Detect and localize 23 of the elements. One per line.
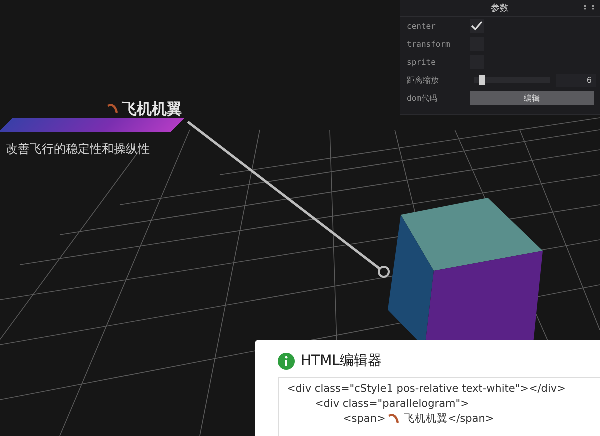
slider-thumb[interactable]	[479, 75, 486, 85]
code-text: <div class="cStyle1 pos-relative text-white"></div>	[287, 382, 566, 394]
label-subtitle: 改善飞行的稳定性和操纵性	[5, 141, 151, 158]
curve-icon	[107, 103, 119, 115]
code-text: <div class="parallelogram">	[315, 398, 470, 410]
number-field[interactable]: 6	[556, 74, 596, 86]
label-title: 飞机机翼	[122, 101, 182, 117]
info-icon	[278, 352, 295, 370]
code-text: <span>	[343, 412, 386, 424]
setting-label: transform	[407, 40, 452, 48]
panel-title: 参数	[491, 2, 509, 14]
code-text: 飞机机翼</span>	[404, 412, 494, 426]
setting-label: dom代码	[407, 92, 438, 104]
setting-label: center	[407, 22, 437, 30]
dialog-title: HTML编辑器	[301, 352, 382, 370]
curve-icon	[388, 412, 400, 424]
collapse-icon[interactable]	[584, 5, 594, 10]
setting-label: sprite	[407, 58, 437, 66]
slider-track[interactable]	[474, 77, 550, 83]
setting-label: 距离缩放	[407, 74, 440, 86]
edit-button[interactable]: 编辑	[470, 91, 594, 105]
checkbox[interactable]	[470, 19, 484, 33]
code-editor[interactable]: <div class="cStyle1 pos-relative text-white"></div> <div class="parallelogram"> <span> 飞机机翼</span>	[278, 377, 600, 436]
